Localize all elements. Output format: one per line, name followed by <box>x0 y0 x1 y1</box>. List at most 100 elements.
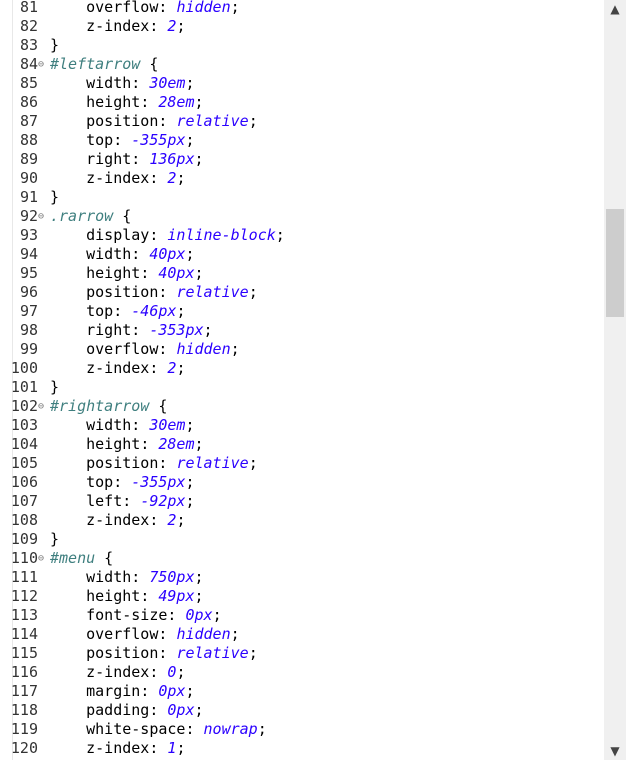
code-line[interactable]: 91} <box>0 188 604 207</box>
code-line[interactable]: 110 ⊖ #menu { <box>0 549 604 568</box>
code-line[interactable]: 86 height: 28em; <box>0 93 604 112</box>
line-number: 96 <box>19 283 38 301</box>
code-line[interactable]: 87 position: relative; <box>0 112 604 131</box>
code-line[interactable]: 111 width: 750px; <box>0 568 604 587</box>
css-declaration: right: -353px; <box>86 321 213 339</box>
css-declaration: top: -355px; <box>86 473 195 491</box>
css-value: 2 <box>167 359 177 377</box>
code-line[interactable]: 113 font-size: 0px; <box>0 606 604 625</box>
vertical-scrollbar[interactable]: ▲ ▼ <box>604 0 626 760</box>
line-number: 82 <box>19 17 38 35</box>
line-number: 114 <box>10 625 38 643</box>
code-line[interactable]: 84 ⊖ #leftarrow { <box>0 55 604 74</box>
line-number: 100 <box>10 359 38 377</box>
css-rule-header: #menu { <box>50 549 114 567</box>
code-line[interactable]: 85 width: 30em; <box>0 74 604 93</box>
css-property: overflow <box>86 340 159 358</box>
code-line[interactable]: 102 ⊖ #rightarrow { <box>0 397 604 416</box>
css-property: z-index <box>86 739 150 757</box>
css-rule-header: #leftarrow { <box>50 55 159 73</box>
window-edge <box>626 0 640 760</box>
code-area[interactable]: 81 overflow: hidden; 82 z-index: 2; 83} 84 ⊖… <box>0 0 604 758</box>
code-line[interactable]: 114 overflow: hidden; <box>0 625 604 644</box>
code-line[interactable]: 93 display: inline-block; <box>0 226 604 245</box>
code-line[interactable]: 95 height: 40px; <box>0 264 604 283</box>
css-selector: #menu <box>50 549 96 567</box>
css-value: 2 <box>167 17 177 35</box>
code-line[interactable]: 119 white-space: nowrap; <box>0 720 604 739</box>
code-line[interactable]: 90 z-index: 2; <box>0 169 604 188</box>
css-value: relative <box>176 283 249 301</box>
css-property: overflow <box>86 625 159 643</box>
css-property: width <box>86 416 132 434</box>
css-declaration: z-index: 2; <box>86 169 186 187</box>
css-value: 40px <box>149 245 186 263</box>
code-editor[interactable]: 81 overflow: hidden; 82 z-index: 2; 83} 84 ⊖… <box>0 0 640 760</box>
css-declaration: overflow: hidden; <box>86 340 240 358</box>
fold-collapse-icon[interactable]: ⊖ <box>38 55 44 74</box>
css-declaration: overflow: hidden; <box>86 0 240 16</box>
code-line[interactable]: 105 position: relative; <box>0 454 604 473</box>
line-number: 86 <box>19 93 38 111</box>
line-number: 104 <box>10 435 38 453</box>
code-line[interactable]: 92 ⊖ .rarrow { <box>0 207 604 226</box>
line-number: 110 <box>10 549 38 567</box>
code-line[interactable]: 104 height: 28em; <box>0 435 604 454</box>
line-number: 92 <box>19 207 38 225</box>
code-line[interactable]: 97 top: -46px; <box>0 302 604 321</box>
code-line[interactable]: 88 top: -355px; <box>0 131 604 150</box>
css-property: font-size <box>86 606 168 624</box>
code-line[interactable]: 115 position: relative; <box>0 644 604 663</box>
css-selector: #leftarrow <box>50 55 141 73</box>
code-line[interactable]: 82 z-index: 2; <box>0 17 604 36</box>
css-property: z-index <box>86 169 150 187</box>
css-value: 0px <box>158 682 186 700</box>
line-number: 113 <box>10 606 38 624</box>
code-line[interactable]: 96 position: relative; <box>0 283 604 302</box>
code-line[interactable]: 107 left: -92px; <box>0 492 604 511</box>
code-line[interactable]: 118 padding: 0px; <box>0 701 604 720</box>
css-property: margin <box>86 682 141 700</box>
css-declaration: position: relative; <box>86 644 258 662</box>
css-value: relative <box>176 112 249 130</box>
code-line[interactable]: 101} <box>0 378 604 397</box>
css-declaration: height: 40px; <box>86 264 204 282</box>
code-line[interactable]: 81 overflow: hidden; <box>0 0 604 17</box>
line-number: 101 <box>10 378 38 396</box>
code-line[interactable]: 117 margin: 0px; <box>0 682 604 701</box>
code-line[interactable]: 94 width: 40px; <box>0 245 604 264</box>
line-number: 108 <box>10 511 38 529</box>
line-number: 118 <box>10 701 38 719</box>
code-line[interactable]: 83} <box>0 36 604 55</box>
line-number: 115 <box>10 644 38 662</box>
css-declaration: height: 28em; <box>86 93 204 111</box>
code-line[interactable]: 106 top: -355px; <box>0 473 604 492</box>
css-rule-header: .rarrow { <box>50 207 132 225</box>
fold-collapse-icon[interactable]: ⊖ <box>38 397 44 416</box>
css-declaration: position: relative; <box>86 454 258 472</box>
code-line[interactable]: 120 z-index: 1; <box>0 739 604 758</box>
code-line[interactable]: 108 z-index: 2; <box>0 511 604 530</box>
code-line[interactable]: 112 height: 49px; <box>0 587 604 606</box>
line-number: 107 <box>10 492 38 510</box>
fold-collapse-icon[interactable]: ⊖ <box>38 207 44 226</box>
scroll-down-icon[interactable]: ▼ <box>604 742 626 760</box>
css-value: 28em <box>158 435 195 453</box>
code-line[interactable]: 89 right: 136px; <box>0 150 604 169</box>
code-line[interactable]: 100 z-index: 2; <box>0 359 604 378</box>
code-line[interactable]: 98 right: -353px; <box>0 321 604 340</box>
css-value: -355px <box>131 473 186 491</box>
css-value: 30em <box>149 416 186 434</box>
code-line[interactable]: 103 width: 30em; <box>0 416 604 435</box>
scroll-up-icon[interactable]: ▲ <box>604 0 626 18</box>
code-line[interactable]: 99 overflow: hidden; <box>0 340 604 359</box>
css-declaration: z-index: 2; <box>86 17 186 35</box>
code-line[interactable]: 116 z-index: 0; <box>0 663 604 682</box>
fold-collapse-icon[interactable]: ⊖ <box>38 549 44 568</box>
code-line[interactable]: 109} <box>0 530 604 549</box>
css-value: 2 <box>167 169 177 187</box>
line-number: 106 <box>10 473 38 491</box>
scrollbar-thumb[interactable] <box>606 208 624 317</box>
css-declaration: top: -46px; <box>86 302 186 320</box>
css-property: width <box>86 568 132 586</box>
